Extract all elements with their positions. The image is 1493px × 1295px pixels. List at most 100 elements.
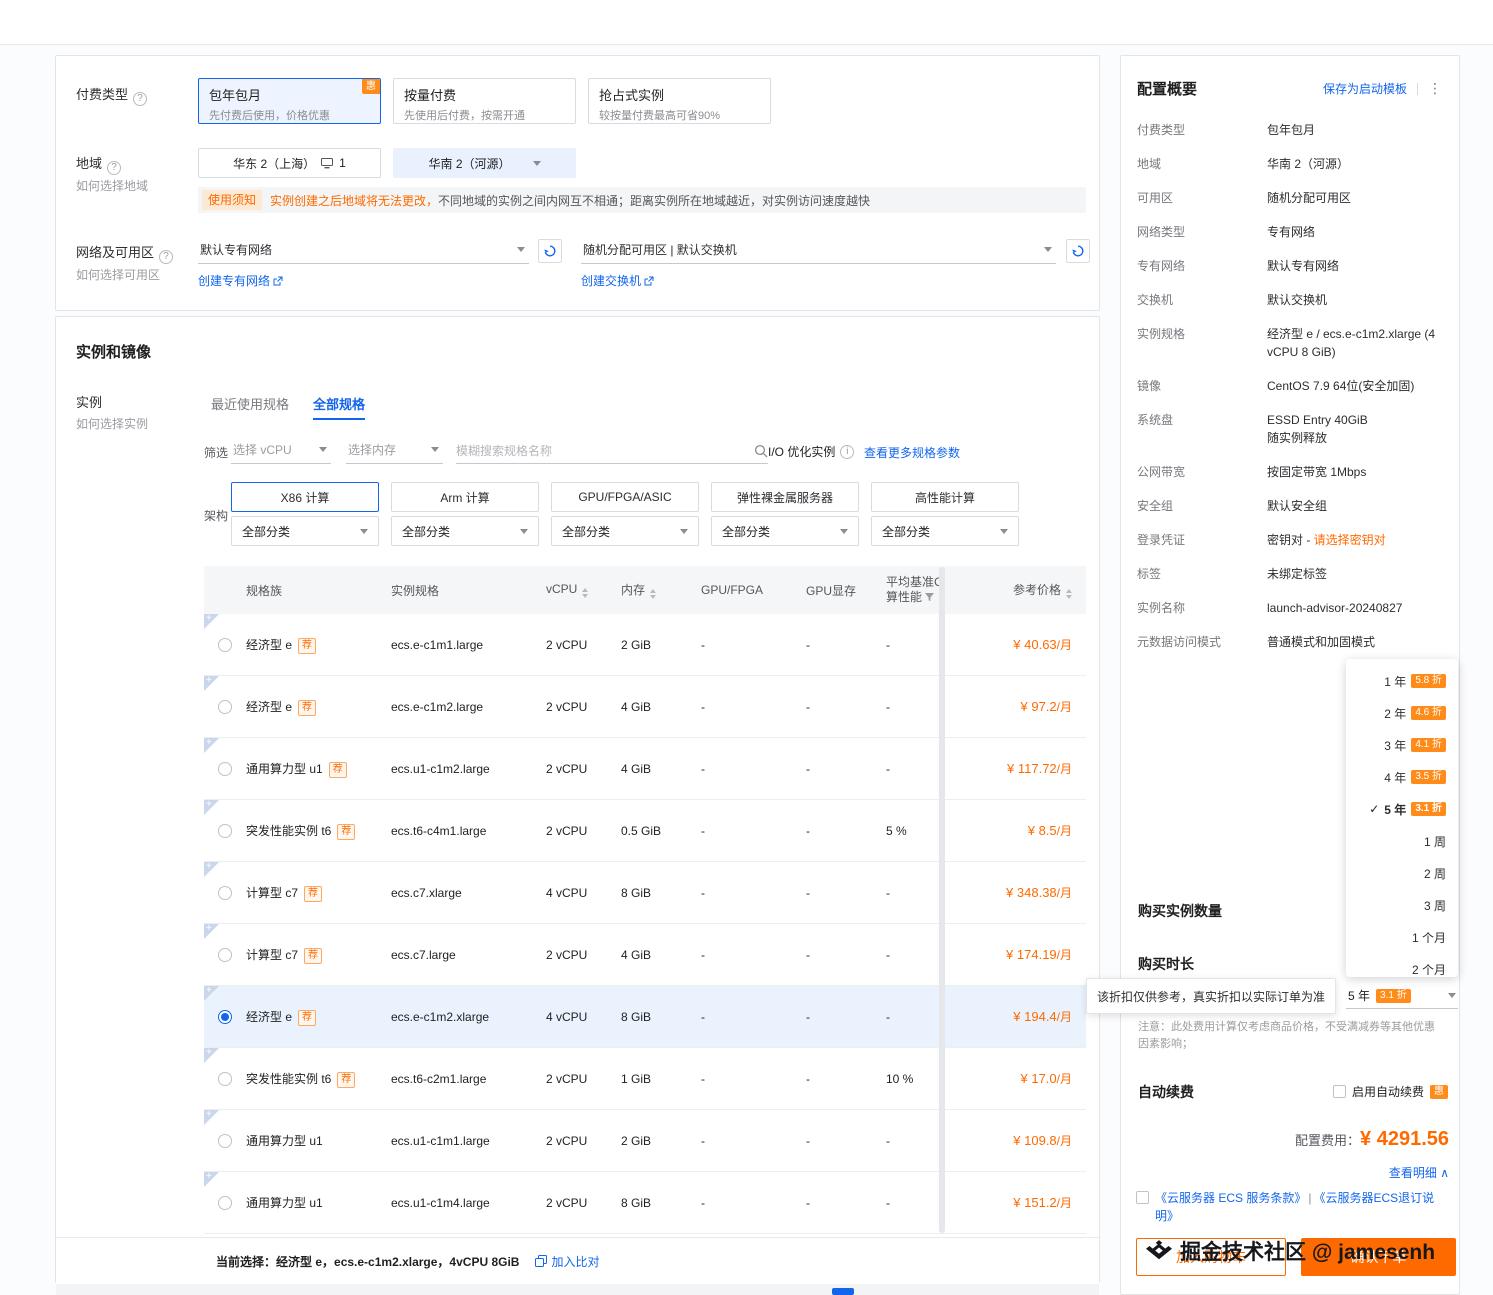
duration-option[interactable]: ✓ 5 年 3.1 折 — [1346, 793, 1458, 825]
help-icon[interactable]: ? — [133, 92, 147, 106]
compare-corner-icon[interactable] — [204, 924, 219, 939]
instance-help-link[interactable]: 如何选择实例 — [76, 415, 148, 432]
row-radio[interactable] — [218, 886, 232, 900]
row-radio[interactable] — [218, 1072, 232, 1086]
spec-table-row[interactable]: 计算型 c7荐 ecs.c7.large 2 vCPU 4 GiB - - - … — [204, 924, 1086, 986]
tab-recent-specs[interactable]: 最近使用规格 — [211, 394, 289, 413]
arch-tab[interactable]: GPU/FPGA/ASIC — [551, 482, 699, 512]
spec-table-row[interactable]: 通用算力型 u1 ecs.u1-c1m1.large 2 vCPU 2 GiB … — [204, 1110, 1086, 1172]
more-spec-params-link[interactable]: 查看更多规格参数 — [864, 444, 960, 461]
arch-category-select[interactable]: 全部分类 — [391, 516, 539, 546]
checkbox-icon[interactable] — [1333, 1085, 1346, 1098]
summary-label: 付费类型 — [1137, 121, 1267, 139]
arch-tab[interactable]: Arm 计算 — [391, 482, 539, 512]
vcpu-filter-select[interactable]: 选择 vCPU — [231, 436, 331, 464]
help-icon[interactable]: ? — [107, 161, 121, 175]
payment-option-desc: 先付费后使用，价格优惠 — [209, 107, 370, 123]
info-icon[interactable]: i — [840, 445, 854, 459]
arch-tab[interactable]: X86 计算 — [231, 482, 379, 512]
terms-ecs-link[interactable]: 《云服务器 ECS 服务条款》 — [1155, 1191, 1306, 1205]
compare-corner-icon[interactable] — [204, 1110, 219, 1125]
table-scrollbar[interactable] — [939, 567, 945, 1233]
arch-category-label: 全部分类 — [562, 523, 610, 540]
create-vpc-link[interactable]: 创建专有网络 — [198, 272, 283, 289]
row-radio[interactable] — [218, 762, 232, 776]
summary-value: launch-advisor-20240827 — [1267, 601, 1402, 615]
refresh-vpc-button[interactable] — [538, 239, 562, 263]
arch-category-select[interactable]: 全部分类 — [551, 516, 699, 546]
memory-value: 2 GiB — [621, 1134, 701, 1148]
duration-option[interactable]: 4 年 3.5 折 — [1346, 761, 1458, 793]
duration-option[interactable]: 1 周 — [1346, 825, 1458, 857]
arch-category-select[interactable]: 全部分类 — [231, 516, 379, 546]
spec-table-row[interactable]: 通用算力型 u1 ecs.u1-c1m4.large 2 vCPU 8 GiB … — [204, 1172, 1086, 1234]
row-radio[interactable] — [218, 638, 232, 652]
duration-select[interactable]: 5 年 3.1 折 — [1346, 983, 1458, 1009]
row-radio[interactable] — [218, 1010, 232, 1024]
help-icon[interactable]: ? — [159, 250, 173, 264]
gpu-value: - — [701, 886, 806, 900]
duration-option[interactable]: 3 年 4.1 折 — [1346, 729, 1458, 761]
spec-table-row[interactable]: 计算型 c7荐 ecs.c7.xlarge 4 vCPU 8 GiB - - -… — [204, 862, 1086, 924]
memory-filter-select[interactable]: 选择内存 — [346, 436, 443, 464]
summary-row: 可用区 随机分配可用区 — [1137, 189, 1443, 207]
refresh-zone-button[interactable] — [1066, 239, 1090, 263]
summary-link[interactable]: 请选择密钥对 — [1314, 533, 1386, 547]
compare-link[interactable]: 加入比对 — [535, 1253, 599, 1270]
compare-corner-icon[interactable] — [204, 738, 219, 753]
sort-icon[interactable] — [650, 589, 656, 599]
arch-category-select[interactable]: 全部分类 — [711, 516, 859, 546]
compare-corner-icon[interactable] — [204, 1048, 219, 1063]
compare-corner-icon[interactable] — [204, 1172, 219, 1187]
duration-option[interactable]: 2 年 4.6 折 — [1346, 697, 1458, 729]
duration-option[interactable]: 1 年 5.8 折 — [1346, 665, 1458, 697]
sort-icon[interactable] — [582, 588, 588, 598]
create-switch-link[interactable]: 创建交换机 — [581, 272, 654, 289]
duration-option[interactable]: 3 周 — [1346, 889, 1458, 921]
view-detail-link[interactable]: 查看明细 ∧ — [1389, 1164, 1449, 1181]
region-select[interactable]: 华南 2（河源） — [393, 148, 576, 178]
duration-option[interactable]: 1 个月 — [1346, 921, 1458, 953]
duration-option[interactable]: 2 周 — [1346, 857, 1458, 889]
terms-checkbox[interactable] — [1136, 1191, 1149, 1204]
arch-tab[interactable]: 弹性裸金属服务器 — [711, 482, 859, 512]
bottom-chip[interactable] — [832, 1288, 854, 1295]
arch-category-select[interactable]: 全部分类 — [871, 516, 1019, 546]
auto-renew-toggle[interactable]: 启用自动续费 惠 — [1333, 1083, 1448, 1100]
zone-help-link[interactable]: 如何选择可用区 — [76, 266, 160, 283]
row-radio[interactable] — [218, 1134, 232, 1148]
spec-table-row[interactable]: 经济型 e荐 ecs.e-c1m2.large 2 vCPU 4 GiB - -… — [204, 676, 1086, 738]
save-launch-template-link[interactable]: 保存为启动模板 — [1323, 80, 1407, 97]
row-radio[interactable] — [218, 824, 232, 838]
compare-corner-icon[interactable] — [204, 676, 219, 691]
duration-option[interactable]: 2 个月 — [1346, 953, 1458, 977]
compare-corner-icon[interactable] — [204, 862, 219, 877]
col-header-family: 规格族 — [246, 582, 391, 599]
payment-option-card[interactable]: 包年包月 先付费后使用，价格优惠 惠 — [198, 78, 381, 124]
filter-funnel-icon[interactable] — [925, 593, 934, 602]
more-menu-icon[interactable]: ⋮ — [1428, 80, 1443, 97]
payment-option-card[interactable]: 抢占式实例 较按量付费最高可省90% — [588, 78, 771, 124]
row-radio[interactable] — [218, 948, 232, 962]
spec-table-row[interactable]: 经济型 e荐 ecs.e-c1m1.large 2 vCPU 2 GiB - -… — [204, 614, 1086, 676]
region-current-tab[interactable]: 华东 2（上海） 1 — [198, 148, 381, 178]
tab-all-specs[interactable]: 全部规格 — [313, 394, 365, 413]
payment-option-card[interactable]: 按量付费 先使用后付费，按需开通 — [393, 78, 576, 124]
spec-table-row[interactable]: 突发性能实例 t6荐 ecs.t6-c2m1.large 2 vCPU 1 Gi… — [204, 1048, 1086, 1110]
spec-table-row[interactable]: 突发性能实例 t6荐 ecs.t6-c4m1.large 2 vCPU 0.5 … — [204, 800, 1086, 862]
search-icon[interactable] — [754, 444, 768, 458]
zone-switch-select[interactable]: 随机分配可用区 | 默认交换机 — [581, 236, 1056, 264]
sort-icon[interactable] — [1066, 589, 1072, 599]
row-radio[interactable] — [218, 1196, 232, 1210]
compare-corner-icon[interactable] — [204, 800, 219, 815]
region-help-link[interactable]: 如何选择地域 — [76, 177, 148, 194]
spec-table-row[interactable]: 经济型 e荐 ecs.e-c1m2.xlarge 4 vCPU 8 GiB - … — [204, 986, 1086, 1048]
spec-search-input[interactable] — [456, 444, 754, 458]
arch-tab[interactable]: 高性能计算 — [871, 482, 1019, 512]
compare-corner-icon[interactable] — [204, 986, 219, 1001]
spec-table-row[interactable]: 通用算力型 u1荐 ecs.u1-c1m2.large 2 vCPU 4 GiB… — [204, 738, 1086, 800]
compare-corner-icon[interactable] — [204, 614, 219, 629]
vpc-select[interactable]: 默认专有网络 — [198, 236, 529, 264]
summary-row: 系统盘 ESSD Entry 40GiB随实例释放 — [1137, 411, 1443, 447]
row-radio[interactable] — [218, 700, 232, 714]
